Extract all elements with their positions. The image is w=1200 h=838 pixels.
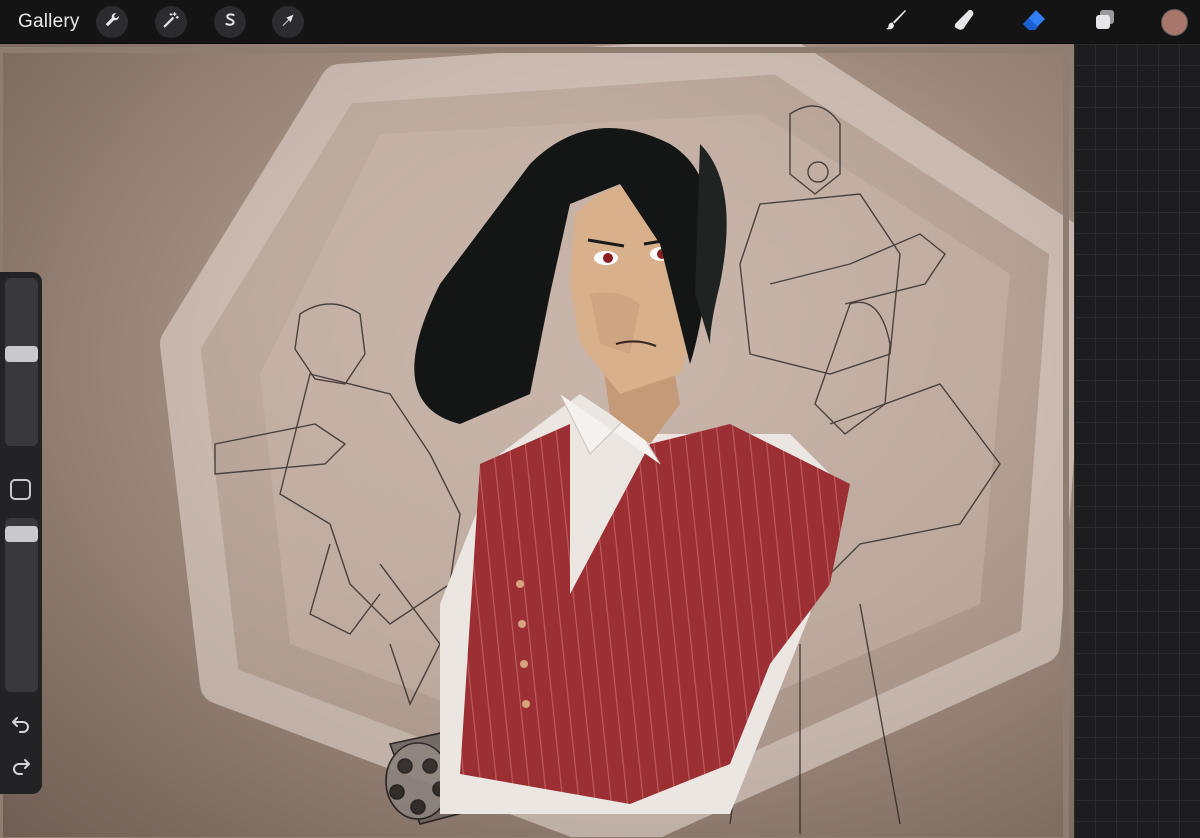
transform-button[interactable] — [272, 6, 304, 38]
color-picker-button[interactable] — [1161, 9, 1188, 36]
layers-icon — [1092, 7, 1118, 38]
arrow-cursor-icon — [279, 11, 297, 34]
brush-opacity-slider-thumb[interactable] — [5, 525, 38, 542]
eraser-icon — [1021, 7, 1047, 38]
undo-icon — [11, 713, 31, 738]
adjustments-button[interactable] — [155, 6, 187, 38]
selection-button[interactable] — [214, 6, 246, 38]
gallery-button[interactable]: Gallery — [18, 11, 80, 33]
drawing-canvas[interactable] — [0, 44, 1074, 838]
smudge-finger-icon — [951, 7, 977, 38]
actions-button[interactable] — [96, 6, 128, 38]
eraser-tool-button[interactable] — [1018, 6, 1050, 38]
selection-s-icon — [221, 11, 239, 34]
reference-grid-panel — [1074, 44, 1200, 838]
brush-tool-button[interactable] — [880, 6, 912, 38]
left-sidebar — [0, 272, 42, 794]
layers-button[interactable] — [1089, 6, 1121, 38]
top-toolbar: Gallery — [0, 0, 1200, 44]
artwork — [0, 44, 1074, 838]
undo-button[interactable] — [10, 714, 32, 736]
magic-wand-icon — [162, 11, 180, 34]
brush-opacity-slider[interactable] — [5, 518, 38, 692]
wrench-icon — [103, 11, 121, 34]
square-modify-icon[interactable] — [10, 479, 31, 500]
redo-icon — [11, 755, 31, 780]
redo-button[interactable] — [10, 756, 32, 778]
brush-size-slider-thumb[interactable] — [5, 346, 38, 363]
brush-icon — [883, 7, 909, 38]
smudge-tool-button[interactable] — [948, 6, 980, 38]
